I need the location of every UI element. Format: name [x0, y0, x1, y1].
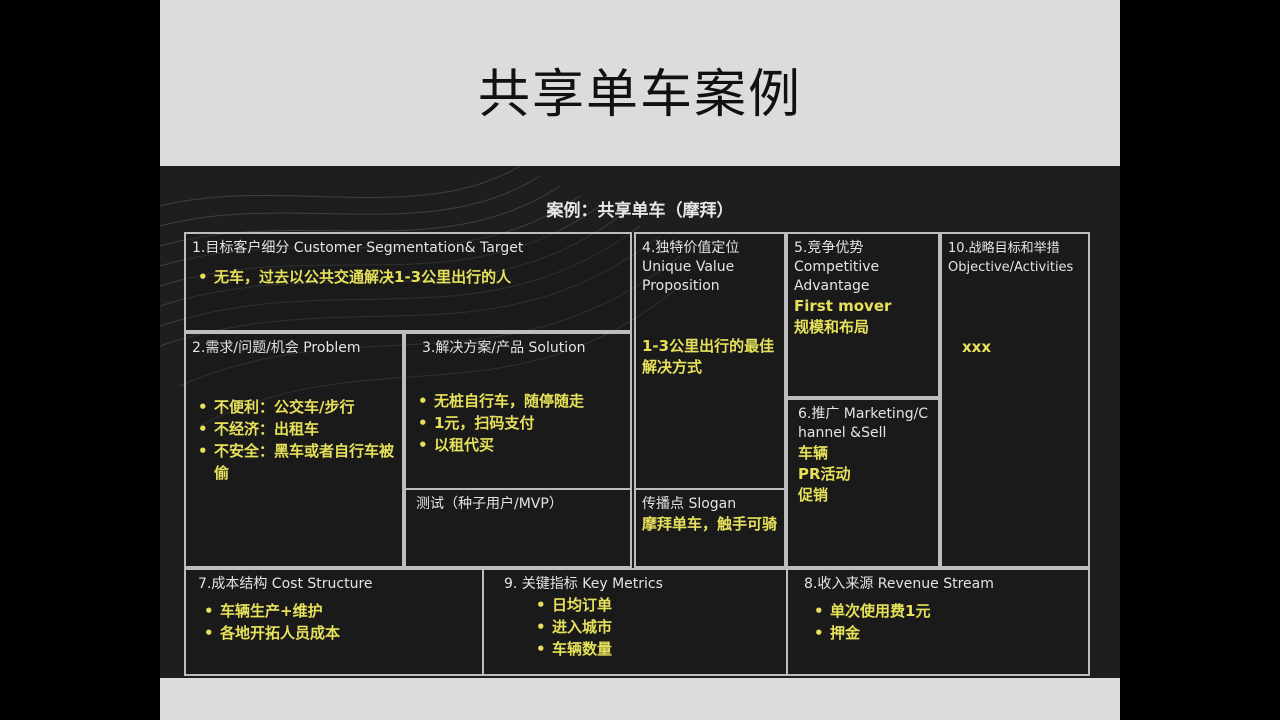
advantage-line: 规模和布局 — [794, 318, 870, 336]
list-item: 单次使用费1元 — [808, 600, 1082, 622]
list-item: 无桩自行车，随停随走 — [412, 390, 624, 412]
advantage-line: First mover — [794, 297, 892, 315]
canvas-title: 案例：共享单车（摩拜） — [546, 201, 734, 221]
box-heading: 3.解决方案/产品 Solution — [422, 340, 586, 356]
box-solution: 3.解决方案/产品 Solution 无桩自行车，随停随走 1元，扫码支付 以租… — [404, 332, 632, 490]
marketing-line: 车辆 — [798, 444, 829, 462]
lean-canvas: 案例：共享单车（摩拜） 1.目标客户细分 Customer Segmentati… — [160, 166, 1120, 678]
box-slogan: 传播点 Slogan 摩拜单车，触手可骑 — [634, 488, 786, 568]
box-heading: 测试（种子用户/MVP） — [416, 496, 563, 512]
slide-title: 共享单车案例 — [477, 65, 802, 125]
box-key-metrics: 9. 关键指标 Key Metrics 日均订单 进入城市 车辆数量 — [482, 568, 788, 676]
box-heading: 2.需求/问题/机会 Problem — [192, 340, 361, 356]
list-item: 车辆数量 — [530, 638, 780, 660]
box-objective: 10.战略目标和举措 Objective/Activities xxx — [940, 232, 1090, 568]
box-test-mvp: 测试（种子用户/MVP） — [404, 488, 632, 568]
box-competitive-advantage: 5.竞争优势 Competitive Advantage First mover… — [786, 232, 940, 398]
box-heading: 6.推广 Marketing/Channel &Sell — [798, 406, 929, 441]
list-item: 日均订单 — [530, 594, 780, 616]
objective-text: xxx — [962, 338, 992, 356]
box-heading: 9. 关键指标 Key Metrics — [504, 576, 663, 592]
list-item: 1元，扫码支付 — [412, 412, 624, 434]
list-item: 押金 — [808, 622, 1082, 644]
list-item: 不便利：公交车/步行 — [192, 396, 396, 418]
list-item: 车辆生产+维护 — [198, 600, 476, 622]
value-proposition-text: 1-3公里出行的最佳解决方式 — [642, 337, 775, 376]
box-heading: 4.独特价值定位 Unique Value Proposition — [642, 240, 740, 294]
box-heading: 8.收入来源 Revenue Stream — [804, 576, 994, 592]
box-heading: 1.目标客户细分 Customer Segmentation& Target — [192, 240, 524, 256]
list-item: 以租代买 — [412, 434, 624, 456]
list-item: 无车，过去以公共交通解决1-3公里出行的人 — [192, 266, 522, 288]
box-heading: 7.成本结构 Cost Structure — [198, 576, 373, 592]
box-heading: 10.战略目标和举措 Objective/Activities — [948, 241, 1074, 275]
box-heading: 传播点 Slogan — [642, 496, 737, 512]
list-item: 不经济：出租车 — [192, 418, 396, 440]
box-heading: 5.竞争优势 Competitive Advantage — [794, 240, 880, 294]
slide: 共享单车案例 案例：共享单车（摩拜） 1.目标客户细分 Customer Seg… — [160, 0, 1120, 720]
box-problem: 2.需求/问题/机会 Problem 不便利：公交车/步行 不经济：出租车 不安… — [184, 332, 404, 568]
box-cost-structure: 7.成本结构 Cost Structure 车辆生产+维护 各地开拓人员成本 — [184, 568, 484, 676]
slogan-text: 摩拜单车，触手可骑 — [642, 515, 778, 533]
list-item: 各地开拓人员成本 — [198, 622, 476, 644]
marketing-line: 促销 — [798, 486, 829, 504]
box-customer-segmentation: 1.目标客户细分 Customer Segmentation& Target 无… — [184, 232, 632, 332]
box-revenue-stream: 8.收入来源 Revenue Stream 单次使用费1元 押金 — [786, 568, 1090, 676]
list-item: 进入城市 — [530, 616, 780, 638]
box-unique-value: 4.独特价值定位 Unique Value Proposition 1-3公里出… — [634, 232, 786, 490]
box-marketing: 6.推广 Marketing/Channel &Sell 车辆 PR活动 促销 — [786, 398, 940, 568]
marketing-line: PR活动 — [798, 465, 851, 483]
list-item: 不安全：黑车或者自行车被偷 — [192, 440, 396, 484]
